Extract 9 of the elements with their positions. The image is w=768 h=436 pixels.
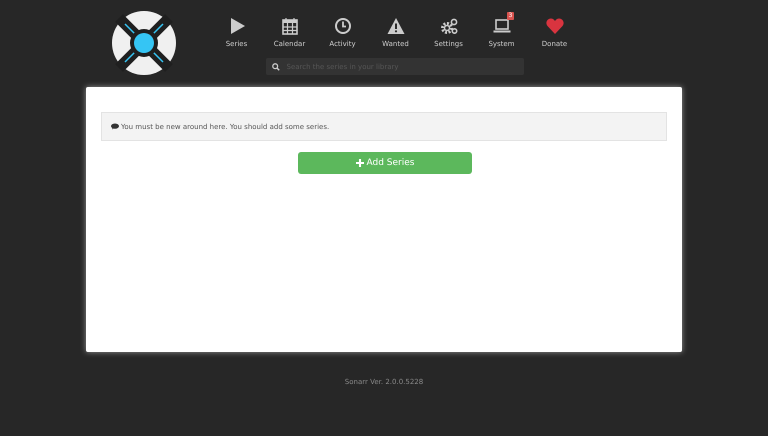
logo-icon[interactable] — [111, 10, 177, 76]
clock-icon — [334, 17, 352, 35]
gears-icon — [440, 17, 458, 35]
heart-icon — [546, 17, 564, 35]
warning-icon — [386, 17, 404, 35]
comment-icon — [111, 123, 119, 130]
plus-icon — [356, 159, 364, 167]
calendar-icon — [280, 17, 298, 35]
laptop-icon — [492, 17, 510, 35]
